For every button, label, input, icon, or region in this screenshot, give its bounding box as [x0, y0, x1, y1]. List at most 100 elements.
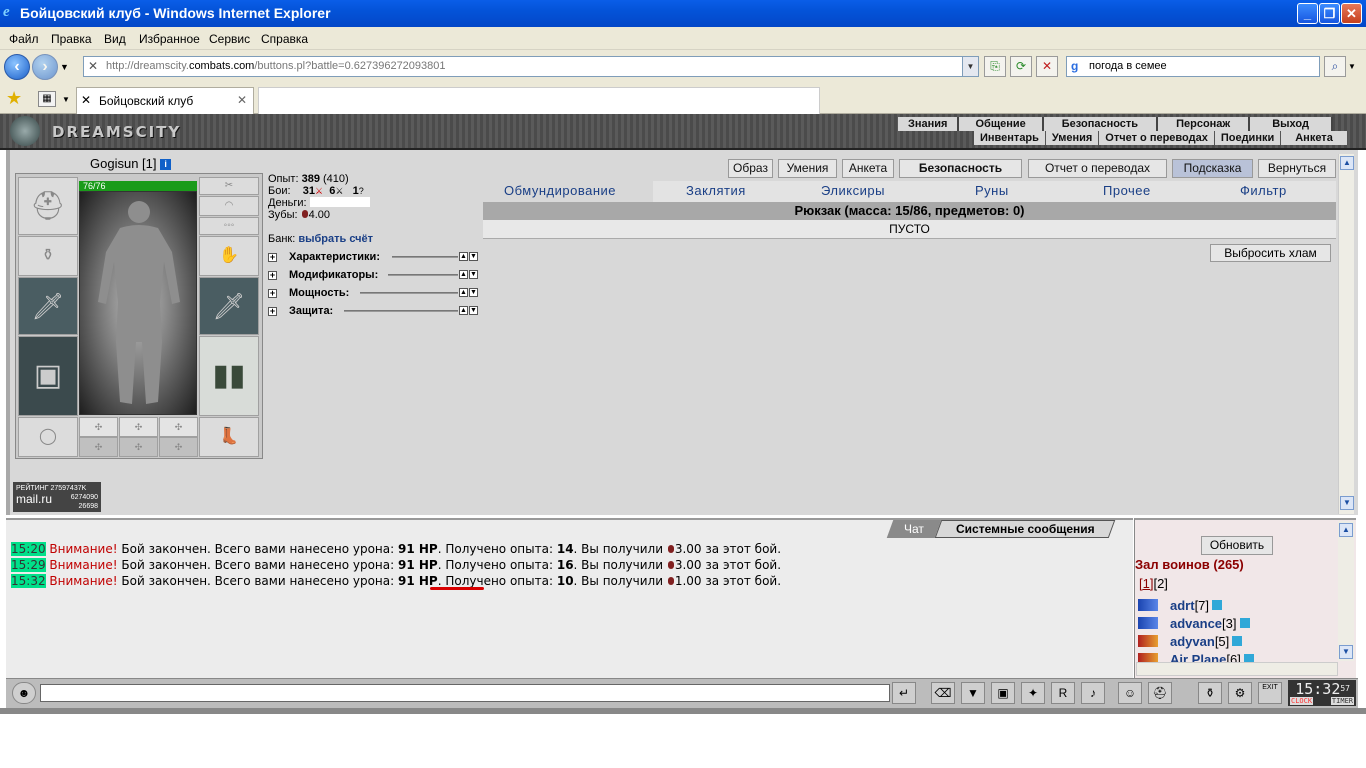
refresh-button[interactable]: Обновить: [1201, 536, 1273, 555]
filter-icon[interactable]: ▼: [961, 682, 985, 704]
helmet-icon[interactable]: ⛑: [1148, 682, 1172, 704]
earrings-slot[interactable]: ✂: [199, 177, 259, 195]
return-button[interactable]: Вернуться: [1258, 159, 1336, 178]
warrior-name[interactable]: adyvan: [1170, 634, 1215, 649]
tab-list-dropdown-icon[interactable]: ▼: [62, 95, 70, 104]
scroll-up-icon[interactable]: ▲: [1339, 523, 1353, 537]
tab-active[interactable]: ✕ Бойцовский клуб ✕: [76, 87, 254, 114]
weapon-left-slot[interactable]: 🗡: [18, 277, 78, 335]
url-dropdown-icon[interactable]: ▼: [962, 57, 978, 76]
refresh-icon[interactable]: ⟳: [1010, 56, 1032, 77]
amulet-slot[interactable]: ◠: [199, 196, 259, 216]
hall-horizontal-scrollbar[interactable]: [1136, 662, 1338, 676]
nav-security[interactable]: Безопасность: [1043, 117, 1159, 131]
tab-filter[interactable]: Фильтр: [1240, 183, 1287, 198]
collapse-up-icon[interactable]: ▲: [459, 270, 468, 279]
warrior-name[interactable]: adrt: [1170, 598, 1195, 613]
menu-file[interactable]: Файл: [9, 32, 39, 46]
scroll-down-icon[interactable]: ▼: [1339, 645, 1353, 659]
tab-close-icon[interactable]: ✕: [237, 93, 247, 107]
warrior-name[interactable]: advance: [1170, 616, 1222, 631]
nav-character[interactable]: Персонаж: [1158, 117, 1251, 131]
nav-duels[interactable]: Поединки: [1215, 131, 1282, 145]
sound-icon[interactable]: ♪: [1081, 682, 1105, 704]
nav-exit[interactable]: Выход: [1250, 117, 1333, 131]
gloves-slot[interactable]: ✋: [199, 236, 259, 276]
transfer-report-button[interactable]: Отчет о переводах: [1028, 159, 1167, 178]
nav-transfer-report[interactable]: Отчет о переводах: [1099, 131, 1215, 145]
warrior-name[interactable]: Air Plane: [1170, 652, 1226, 662]
eraser-icon[interactable]: ⌫: [931, 682, 955, 704]
warrior-row[interactable]: adyvan[5]: [1138, 634, 1243, 649]
menu-view[interactable]: Вид: [104, 32, 126, 46]
menu-tools[interactable]: Сервис: [209, 32, 250, 46]
warrior-row[interactable]: advance[3]: [1138, 616, 1250, 631]
favorites-star-icon[interactable]: ★: [6, 88, 22, 109]
gear-icon[interactable]: ⚙: [1228, 682, 1252, 704]
quick-tabs-icon[interactable]: ▦: [38, 91, 56, 107]
history-dropdown-icon[interactable]: ▼: [60, 62, 69, 72]
tab-spells[interactable]: Заклятия: [686, 183, 746, 198]
collapse-down-icon[interactable]: ▼: [469, 252, 478, 261]
maximize-button[interactable]: ❐: [1319, 3, 1340, 24]
tab-elixirs[interactable]: Эликсиры: [821, 183, 885, 198]
tab-system-messages[interactable]: Системные сообщения: [934, 520, 1116, 538]
scroll-down-icon[interactable]: ▼: [1340, 496, 1354, 510]
tab-runes[interactable]: Руны: [975, 183, 1009, 198]
nav-communication[interactable]: Общение: [959, 117, 1044, 131]
boots-slot[interactable]: 👢: [199, 417, 259, 457]
new-tab[interactable]: [258, 87, 820, 114]
char-info-icon[interactable]: i: [160, 159, 172, 170]
discard-junk-button[interactable]: Выбросить хлам: [1210, 244, 1331, 262]
hall-vertical-scrollbar[interactable]: ▲ ▼: [1338, 521, 1354, 661]
monitor-icon[interactable]: ▣: [991, 682, 1015, 704]
rune-slot-3[interactable]: ✣: [159, 417, 198, 437]
close-window-button[interactable]: ✕: [1341, 3, 1362, 24]
accordion-power[interactable]: + Мощность: ▲ ▼: [268, 287, 478, 299]
page-1-link[interactable]: [1]: [1139, 576, 1153, 591]
fight-icon[interactable]: ✦: [1021, 682, 1045, 704]
warrior-info-icon[interactable]: [1243, 654, 1254, 662]
helmet-slot[interactable]: ⛑: [18, 177, 78, 235]
page-2-link[interactable]: [2]: [1153, 576, 1167, 591]
menu-favorites[interactable]: Избранное: [139, 32, 200, 46]
nav-skills[interactable]: Умения: [1046, 131, 1100, 145]
security-button[interactable]: Безопасность: [899, 159, 1022, 178]
skills-button[interactable]: Умения: [778, 159, 837, 178]
send-icon[interactable]: ↵: [892, 682, 916, 704]
accordion-defense[interactable]: + Защита: ▲ ▼: [268, 305, 478, 317]
collapse-up-icon[interactable]: ▲: [459, 288, 468, 297]
pants-slot[interactable]: ▮▮: [199, 336, 259, 416]
spell-slot-1[interactable]: ✣: [79, 437, 118, 457]
image-button[interactable]: Образ: [728, 159, 773, 178]
nav-inventory[interactable]: Инвентарь: [974, 131, 1046, 145]
spell-slot-2[interactable]: ✣: [119, 437, 158, 457]
scroll-up-icon[interactable]: ▲: [1340, 156, 1354, 170]
tab-other[interactable]: Прочее: [1103, 183, 1151, 198]
smile-icon[interactable]: ☺: [1118, 682, 1142, 704]
bank-select-link[interactable]: выбрать счёт: [298, 233, 373, 245]
warrior-info-icon[interactable]: [1212, 600, 1223, 610]
rune-slot-2[interactable]: ✣: [119, 417, 158, 437]
rings-slot[interactable]: ◦◦◦: [199, 217, 259, 235]
minimize-button[interactable]: _: [1297, 3, 1318, 24]
expand-icon[interactable]: +: [268, 307, 277, 316]
nav-profile[interactable]: Анкета: [1281, 131, 1348, 145]
collapse-down-icon[interactable]: ▼: [469, 306, 478, 315]
menu-edit[interactable]: Правка: [51, 32, 92, 46]
spell-slot-3[interactable]: ✣: [159, 437, 198, 457]
bag-icon[interactable]: ⚱: [1198, 682, 1222, 704]
url-input[interactable]: ✕ http://dreamscity.combats.com/buttons.…: [83, 56, 979, 77]
expand-icon[interactable]: +: [268, 271, 277, 280]
warrior-row[interactable]: adrt[7]: [1138, 598, 1223, 613]
weapon-right-slot[interactable]: 🗡: [199, 277, 259, 335]
menu-help[interactable]: Справка: [261, 32, 308, 46]
collapse-down-icon[interactable]: ▼: [469, 270, 478, 279]
collapse-up-icon[interactable]: ▲: [459, 306, 468, 315]
search-options-icon[interactable]: ▼: [1348, 62, 1356, 71]
warrior-info-icon[interactable]: [1239, 618, 1250, 628]
back-button[interactable]: ‹: [4, 54, 30, 80]
expand-icon[interactable]: +: [268, 253, 277, 262]
collapse-down-icon[interactable]: ▼: [469, 288, 478, 297]
compat-view-button[interactable]: ⎘: [984, 56, 1006, 77]
